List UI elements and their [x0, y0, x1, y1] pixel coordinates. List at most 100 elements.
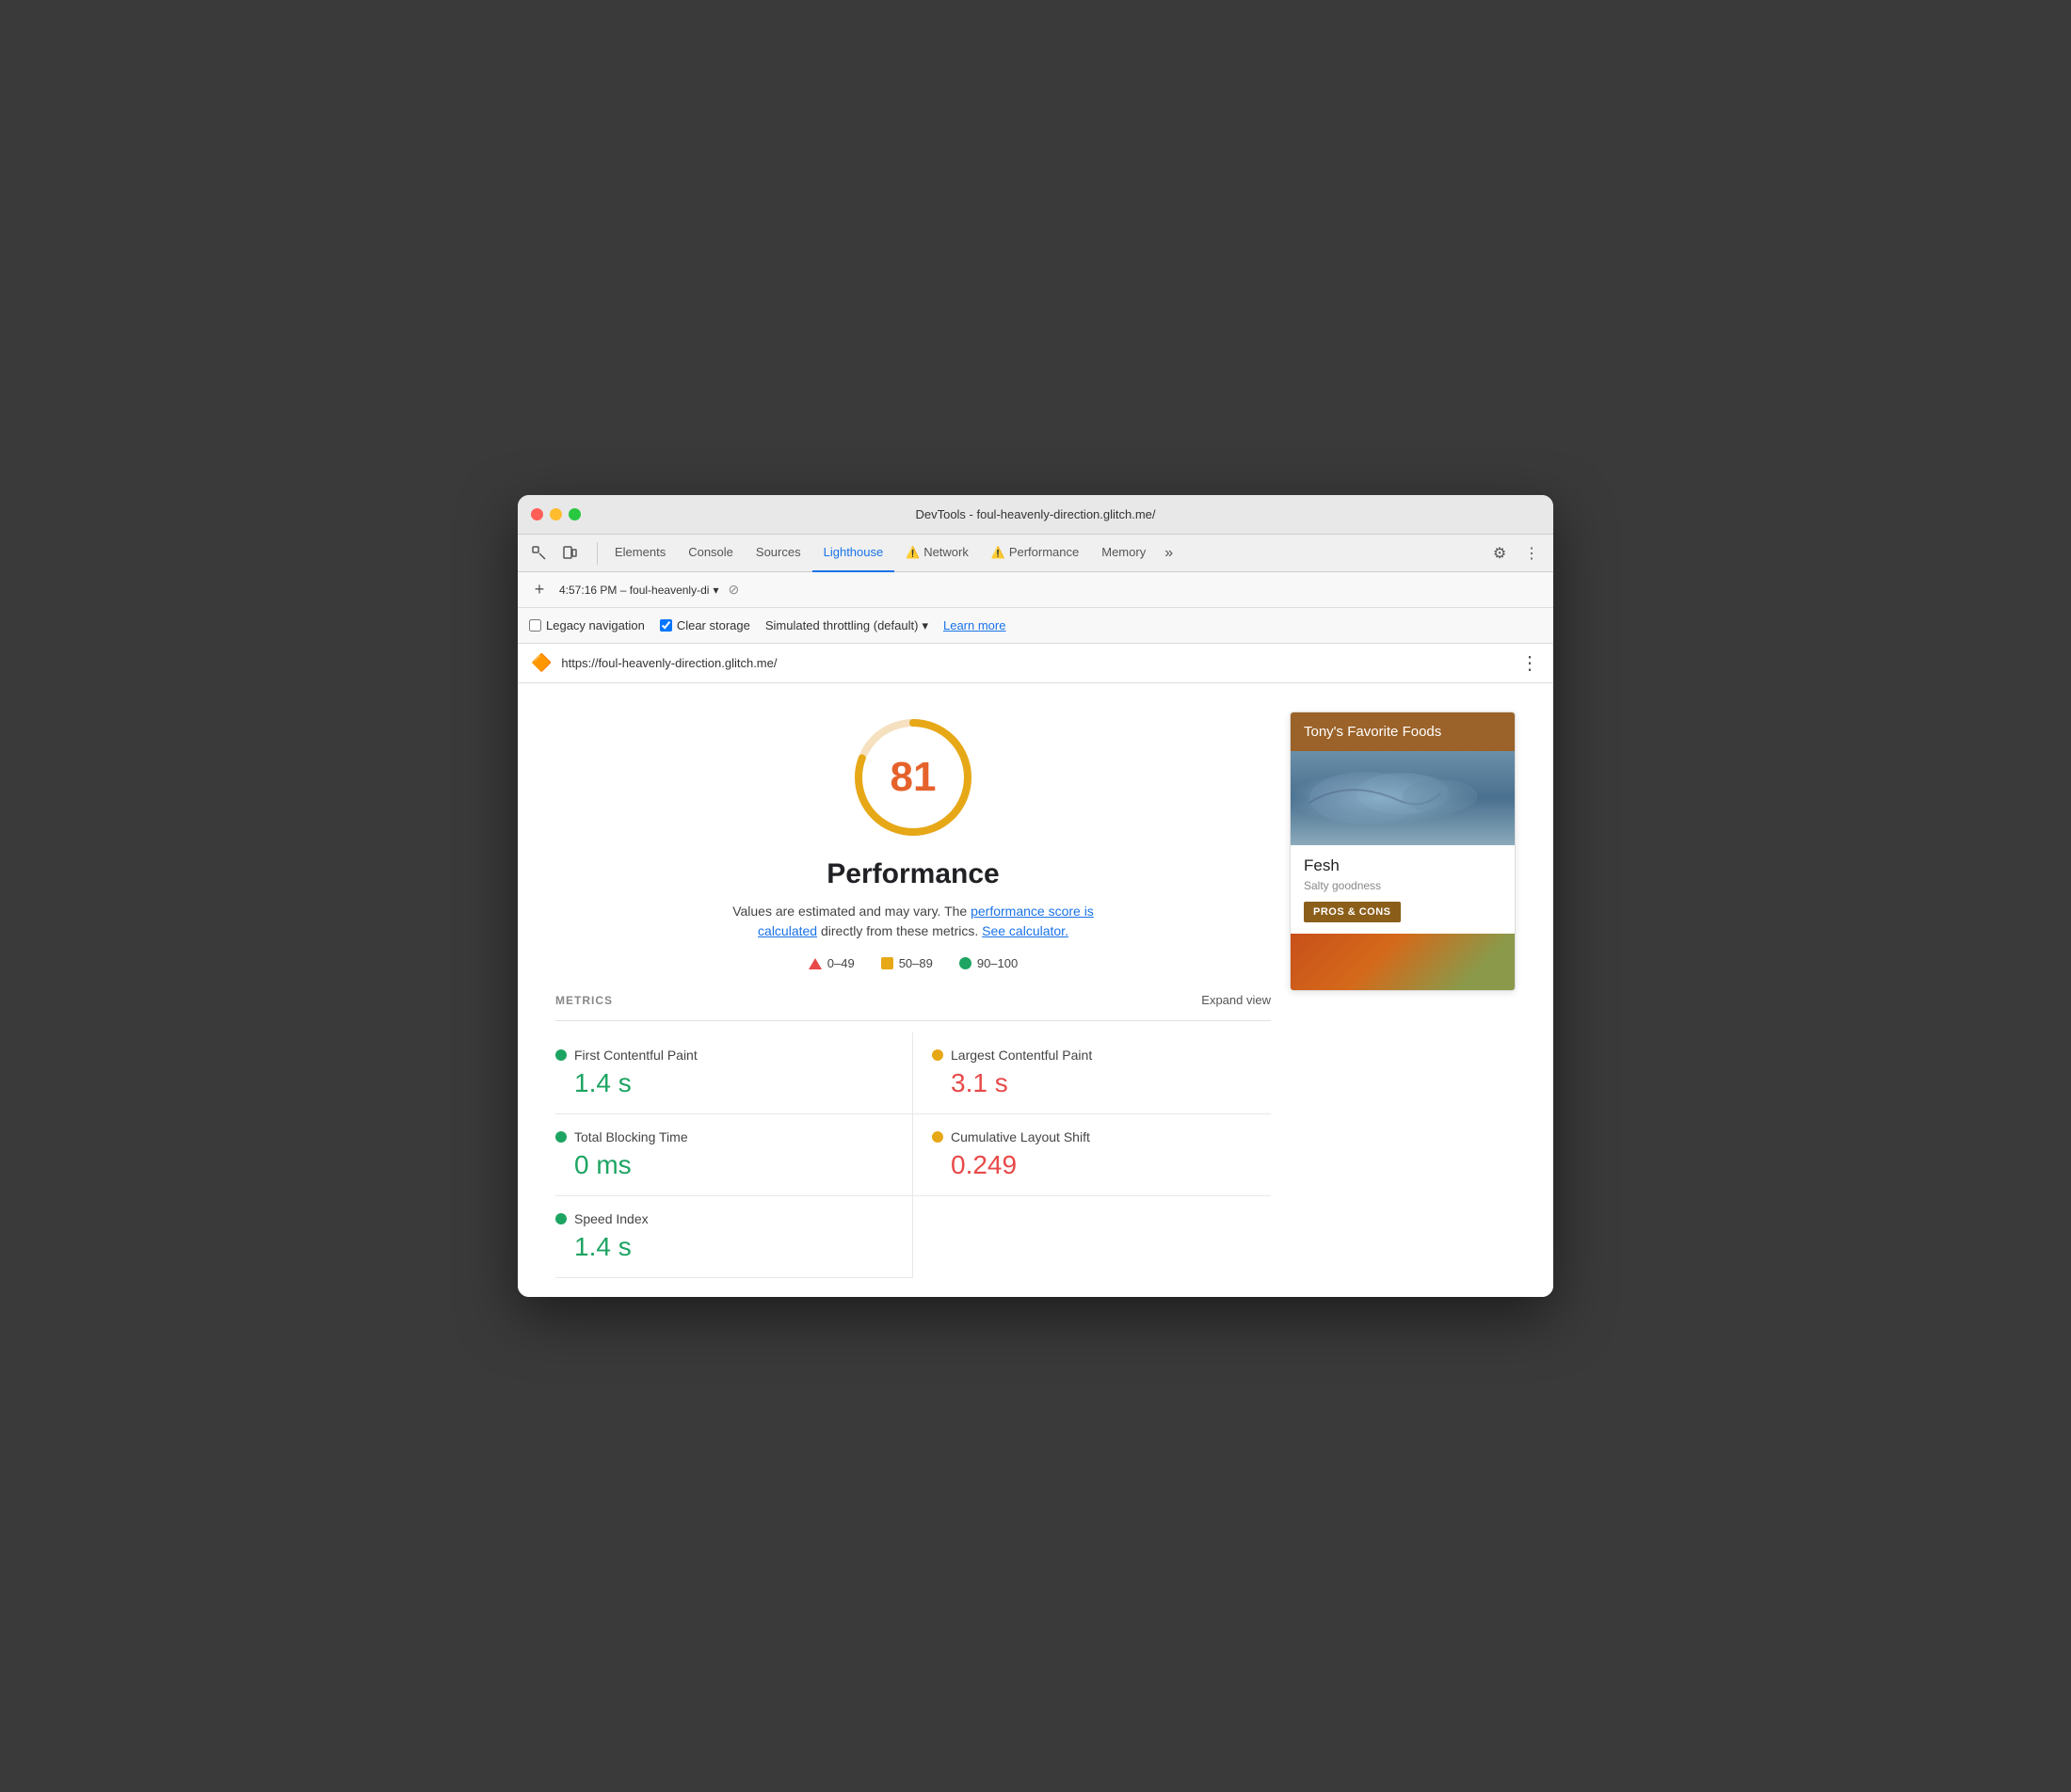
metrics-section: METRICS Expand view First Contentful Pai…	[555, 993, 1271, 1278]
food-card-image	[1291, 751, 1515, 845]
performance-warn-icon: ⚠️	[991, 546, 1005, 559]
device-icon[interactable]	[557, 541, 582, 566]
tbt-value: 0 ms	[555, 1150, 893, 1180]
lcp-name: Largest Contentful Paint	[951, 1048, 1092, 1063]
score-legend: 0–49 50–89 90–100	[555, 956, 1271, 970]
fail-icon	[809, 958, 822, 969]
close-button[interactable]	[531, 508, 543, 520]
metric-cls: Cumulative Layout Shift 0.249	[913, 1114, 1271, 1196]
metric-si: Speed Index 1.4 s	[555, 1196, 913, 1278]
lcp-dot	[932, 1049, 943, 1061]
tbt-dot	[555, 1131, 567, 1143]
tab-performance[interactable]: ⚠️ Performance	[980, 535, 1090, 572]
metric-fcp: First Contentful Paint 1.4 s	[555, 1032, 913, 1114]
tab-more[interactable]: »	[1157, 545, 1180, 562]
throttling-label: Simulated throttling (default)	[765, 618, 919, 632]
cls-name: Cumulative Layout Shift	[951, 1129, 1090, 1144]
metrics-header: METRICS Expand view	[555, 993, 1271, 1007]
tab-divider	[597, 542, 598, 565]
perf-desc-text1: Values are estimated and may vary. The	[732, 904, 971, 919]
food-card-footer	[1291, 934, 1515, 990]
legacy-nav-checkbox[interactable]	[529, 619, 541, 632]
clear-storage-checkbox-label[interactable]: Clear storage	[660, 618, 750, 632]
si-value: 1.4 s	[555, 1232, 893, 1262]
lcp-value: 3.1 s	[932, 1068, 1271, 1098]
add-session-button[interactable]: +	[529, 580, 550, 600]
session-bar: + 4:57:16 PM – foul-heavenly-di ▾ ⊘	[518, 572, 1553, 608]
cls-dot	[932, 1131, 943, 1143]
si-name: Speed Index	[574, 1211, 649, 1226]
good-icon	[959, 957, 971, 969]
legend-good: 90–100	[959, 956, 1018, 970]
options-bar: Legacy navigation Clear storage Simulate…	[518, 608, 1553, 644]
left-panel: 81 Performance Values are estimated and …	[555, 702, 1271, 1278]
kebab-menu-icon[interactable]: ⋮	[1519, 541, 1544, 566]
metrics-label: METRICS	[555, 994, 613, 1007]
devtools-tabs-bar: Elements Console Sources Lighthouse ⚠️ N…	[518, 535, 1553, 572]
traffic-lights	[531, 508, 581, 520]
legend-fail-label: 0–49	[827, 956, 855, 970]
legacy-nav-label: Legacy navigation	[546, 618, 645, 632]
tab-network[interactable]: ⚠️ Network	[894, 535, 980, 572]
window-title: DevTools - foul-heavenly-direction.glitc…	[915, 507, 1155, 521]
food-card: Tony's Favorite Foods Fesh Salty goodnes…	[1290, 712, 1516, 991]
si-dot	[555, 1213, 567, 1224]
legend-average-label: 50–89	[899, 956, 933, 970]
metrics-divider	[555, 1020, 1271, 1021]
food-card-header: Tony's Favorite Foods	[1291, 712, 1515, 751]
legend-fail: 0–49	[809, 956, 855, 970]
legend-good-label: 90–100	[977, 956, 1018, 970]
minimize-button[interactable]	[550, 508, 562, 520]
food-desc: Salty goodness	[1304, 879, 1501, 892]
fcp-dot	[555, 1049, 567, 1061]
block-icon[interactable]: ⊘	[728, 582, 739, 598]
performance-title: Performance	[555, 858, 1271, 890]
expand-view-button[interactable]: Expand view	[1201, 993, 1271, 1007]
inspect-icon[interactable]	[527, 541, 552, 566]
clear-storage-label: Clear storage	[677, 618, 750, 632]
score-circle-container: 81	[555, 712, 1271, 843]
score-circle: 81	[847, 712, 979, 843]
pros-cons-button[interactable]: PROS & CONS	[1304, 902, 1401, 922]
devtools-icon-group	[527, 541, 582, 566]
legend-average: 50–89	[881, 956, 933, 970]
throttling-arrow: ▾	[922, 618, 928, 633]
food-card-body: Fesh Salty goodness PROS & CONS	[1291, 845, 1515, 934]
settings-icon[interactable]: ⚙	[1487, 541, 1512, 566]
session-dropdown-arrow: ▾	[713, 584, 718, 597]
toolbar-right: ⚙ ⋮	[1487, 541, 1544, 566]
network-warn-icon: ⚠️	[906, 546, 920, 559]
devtools-window: DevTools - foul-heavenly-direction.glitc…	[518, 495, 1553, 1297]
cls-value: 0.249	[932, 1150, 1271, 1180]
url-text: https://foul-heavenly-direction.glitch.m…	[561, 656, 1511, 670]
clear-storage-checkbox[interactable]	[660, 619, 672, 632]
tbt-name: Total Blocking Time	[574, 1129, 688, 1144]
url-kebab-menu[interactable]: ⋮	[1520, 651, 1540, 675]
main-content: 81 Performance Values are estimated and …	[518, 683, 1553, 1297]
tab-console[interactable]: Console	[677, 535, 745, 572]
fcp-name: First Contentful Paint	[574, 1048, 698, 1063]
maximize-button[interactable]	[569, 508, 581, 520]
tab-sources[interactable]: Sources	[745, 535, 812, 572]
session-selector[interactable]: 4:57:16 PM – foul-heavenly-di ▾	[559, 584, 718, 597]
tab-lighthouse[interactable]: Lighthouse	[812, 535, 895, 572]
calculator-link[interactable]: See calculator.	[982, 923, 1068, 938]
title-bar: DevTools - foul-heavenly-direction.glitc…	[518, 495, 1553, 535]
session-timestamp: 4:57:16 PM – foul-heavenly-di	[559, 584, 709, 597]
perf-desc-text2: directly from these metrics.	[817, 923, 982, 938]
favicon-icon: 🔶	[531, 653, 552, 673]
right-panel: Tony's Favorite Foods Fesh Salty goodnes…	[1290, 712, 1516, 1278]
score-value: 81	[891, 754, 937, 801]
tab-elements[interactable]: Elements	[603, 535, 677, 572]
metric-lcp: Largest Contentful Paint 3.1 s	[913, 1032, 1271, 1114]
food-name: Fesh	[1304, 856, 1501, 875]
fcp-value: 1.4 s	[555, 1068, 893, 1098]
learn-more-link[interactable]: Learn more	[943, 618, 1005, 632]
legacy-nav-checkbox-label[interactable]: Legacy navigation	[529, 618, 645, 632]
metric-tbt: Total Blocking Time 0 ms	[555, 1114, 913, 1196]
tab-memory[interactable]: Memory	[1090, 535, 1157, 572]
url-bar: 🔶 https://foul-heavenly-direction.glitch…	[518, 644, 1553, 683]
metrics-grid: First Contentful Paint 1.4 s Largest Con…	[555, 1032, 1271, 1278]
throttling-select[interactable]: Simulated throttling (default) ▾	[765, 618, 928, 633]
performance-description: Values are estimated and may vary. The p…	[706, 902, 1120, 941]
